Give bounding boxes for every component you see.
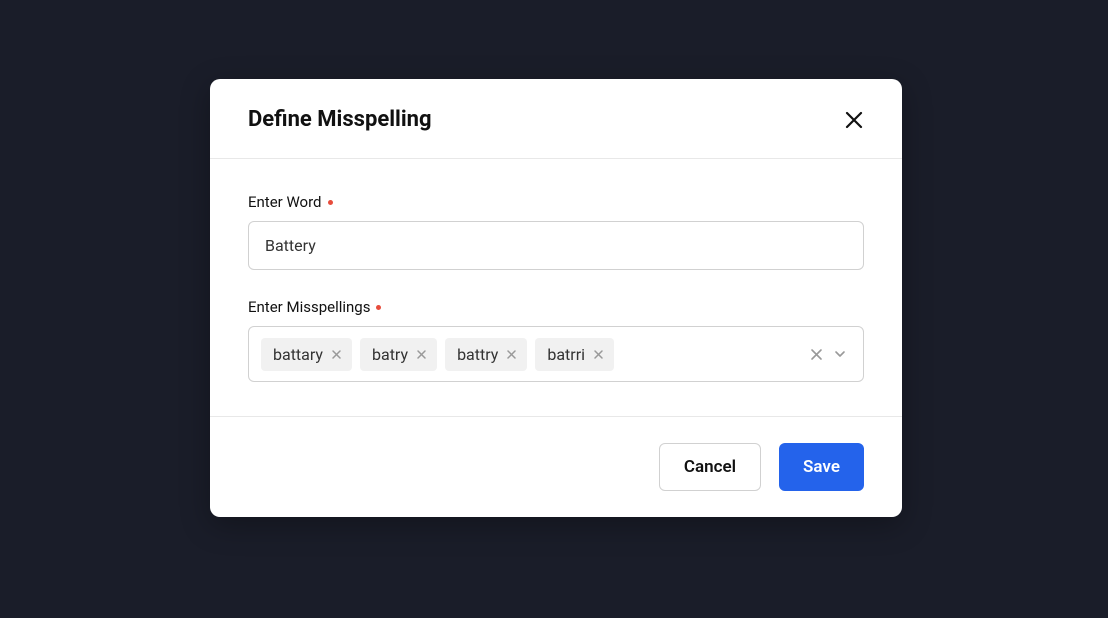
modal-footer: Cancel Save	[210, 416, 902, 517]
misspelling-tag: batrri	[535, 338, 614, 371]
remove-tag-button[interactable]	[506, 349, 517, 360]
cancel-button[interactable]: Cancel	[659, 443, 761, 491]
save-button[interactable]: Save	[779, 443, 864, 491]
modal-title: Define Misspelling	[248, 107, 432, 132]
word-label-text: Enter Word	[248, 193, 322, 211]
tags-controls	[810, 347, 851, 361]
x-icon	[506, 349, 517, 360]
define-misspelling-modal: Define Misspelling Enter Word Enter Miss…	[210, 79, 902, 517]
misspellings-field: Enter Misspellings battarybatrybattrybat…	[248, 298, 864, 382]
dropdown-toggle[interactable]	[833, 347, 847, 361]
remove-tag-button[interactable]	[593, 349, 604, 360]
tag-text: batry	[372, 345, 408, 364]
required-indicator-icon	[376, 305, 381, 310]
tag-text: battry	[457, 345, 498, 364]
tags-container: battary batry battry batrri	[261, 338, 802, 371]
misspelling-tag: batry	[360, 338, 437, 371]
word-label: Enter Word	[248, 193, 864, 211]
misspelling-tag: battry	[445, 338, 527, 371]
tag-text: batrri	[547, 345, 585, 364]
close-icon	[844, 110, 864, 130]
close-button[interactable]	[844, 110, 864, 130]
x-icon	[416, 349, 427, 360]
clear-all-button[interactable]	[810, 348, 823, 361]
x-icon	[810, 348, 823, 361]
tag-text: battary	[273, 345, 323, 364]
remove-tag-button[interactable]	[331, 349, 342, 360]
word-field: Enter Word	[248, 193, 864, 270]
misspellings-label-text: Enter Misspellings	[248, 298, 370, 316]
chevron-down-icon	[833, 347, 847, 361]
x-icon	[593, 349, 604, 360]
misspelling-tag: battary	[261, 338, 352, 371]
misspellings-label: Enter Misspellings	[248, 298, 864, 316]
word-input[interactable]	[248, 221, 864, 270]
x-icon	[331, 349, 342, 360]
required-indicator-icon	[328, 200, 333, 205]
modal-header: Define Misspelling	[210, 79, 902, 159]
remove-tag-button[interactable]	[416, 349, 427, 360]
misspellings-input[interactable]: battary batry battry batrri	[248, 326, 864, 382]
modal-body: Enter Word Enter Misspellings battarybat…	[210, 159, 902, 416]
